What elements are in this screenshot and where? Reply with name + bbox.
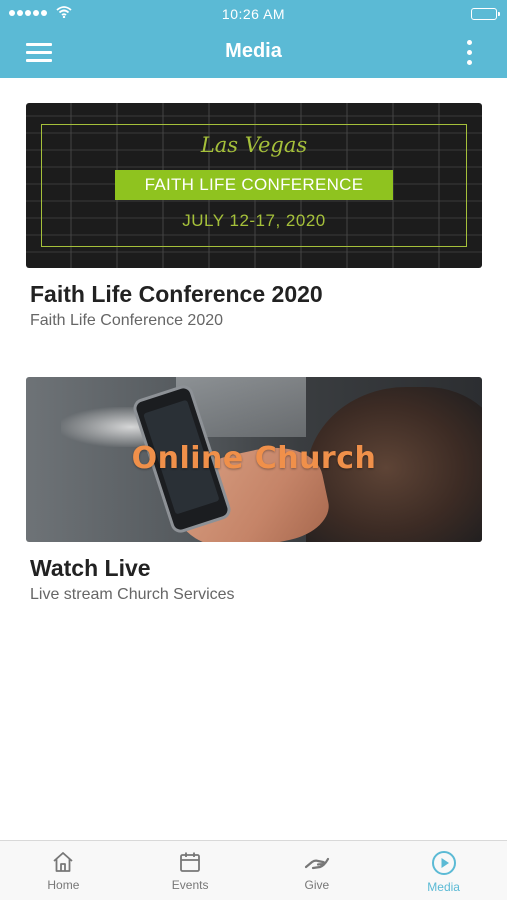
status-bar: 10:26 AM (0, 0, 507, 26)
battery-icon (471, 8, 500, 20)
page-title: Media (225, 40, 282, 62)
tab-label: Home (47, 878, 80, 892)
app-header: 10:26 AM Media (0, 0, 507, 78)
tab-events[interactable]: Events (127, 841, 254, 900)
media-card-watch-live[interactable]: Online Church Watch Live Live stream Chu… (26, 377, 482, 604)
status-time: 10:26 AM (221, 6, 286, 22)
media-card-conference[interactable]: Las Vegas FAITH LIFE CONFERENCE JULY 12-… (26, 103, 482, 330)
home-icon (53, 852, 73, 872)
online-church-banner-image[interactable]: Online Church (26, 377, 482, 542)
tab-label: Events (171, 878, 209, 892)
bottom-tab-bar: Home Events Give Media (0, 840, 507, 900)
give-icon (304, 857, 329, 870)
card-title[interactable]: Watch Live (30, 555, 482, 582)
banner-location-text: Las Vegas (200, 133, 308, 157)
tab-give[interactable]: Give (254, 841, 381, 900)
tab-label: Media (427, 880, 460, 894)
tab-home[interactable]: Home (0, 841, 127, 900)
card-title[interactable]: Faith Life Conference 2020 (30, 281, 482, 308)
banner-headline: Online Church (131, 441, 377, 476)
card-subtitle: Faith Life Conference 2020 (30, 312, 224, 329)
more-options-icon[interactable] (459, 38, 479, 68)
tab-media[interactable]: Media (380, 841, 507, 900)
calendar-icon (180, 852, 201, 872)
conference-banner-image[interactable]: Las Vegas FAITH LIFE CONFERENCE JULY 12-… (26, 103, 482, 268)
banner-title-bar: FAITH LIFE CONFERENCE (115, 170, 393, 200)
tab-label: Give (304, 878, 330, 892)
banner-dates-text: JULY 12-17, 2020 (182, 211, 326, 230)
play-circle-icon (431, 851, 456, 875)
nav-bar: Media (0, 26, 507, 78)
card-subtitle: Live stream Church Services (30, 586, 235, 603)
